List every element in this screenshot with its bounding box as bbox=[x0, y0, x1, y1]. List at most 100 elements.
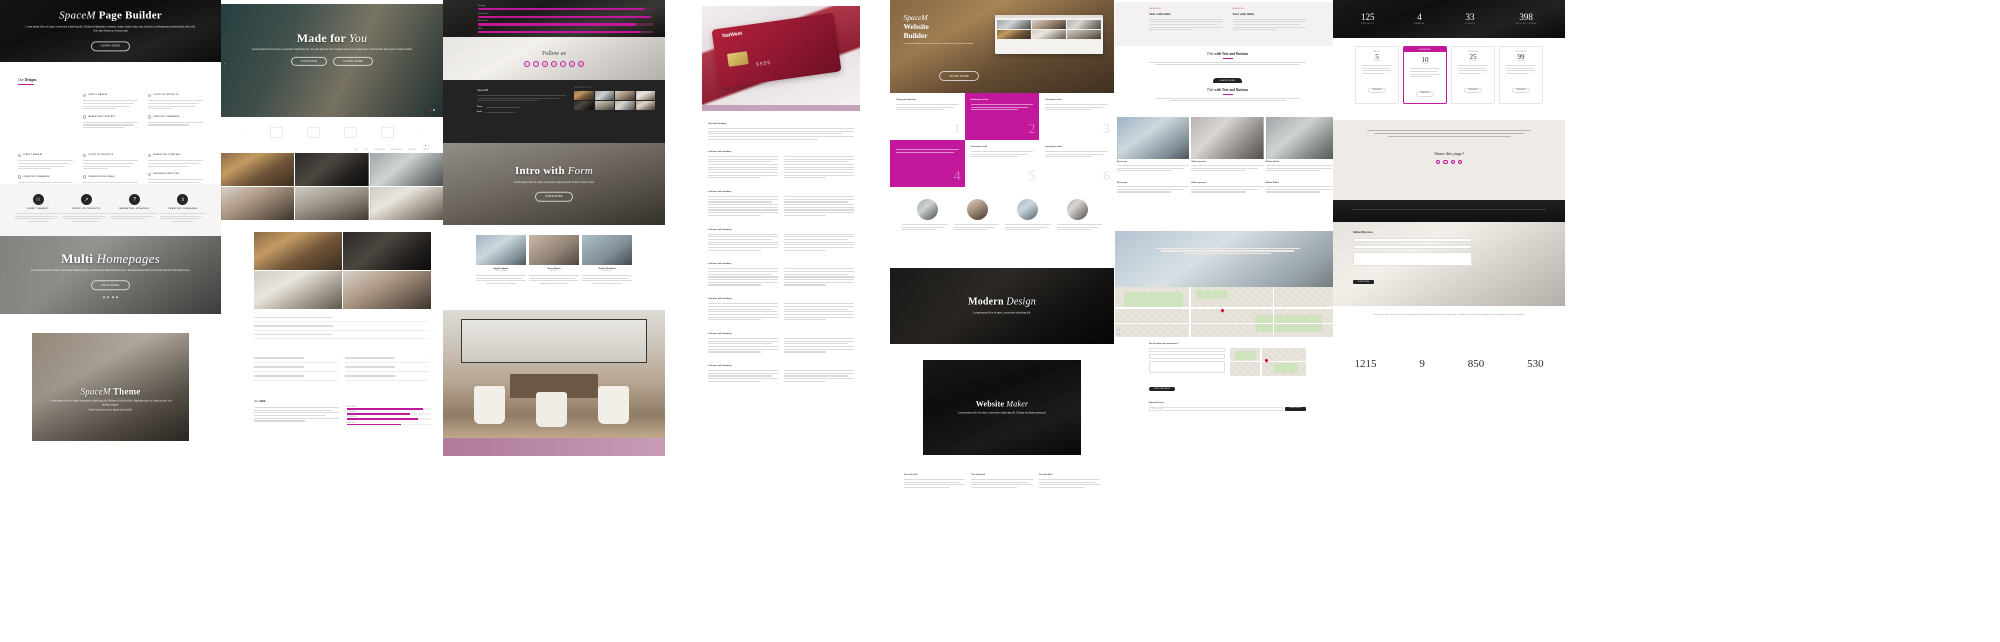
avatar[interactable] bbox=[1066, 199, 1088, 220]
gallery-thumb[interactable] bbox=[615, 101, 635, 110]
icon-feature[interactable]: ? MARKETING STRATEGY bbox=[111, 194, 158, 222]
twitter-icon[interactable]: t bbox=[1443, 159, 1448, 165]
message-textarea[interactable] bbox=[1353, 251, 1473, 266]
dribbble-icon[interactable]: d bbox=[558, 287, 559, 288]
hero-button-learn-more[interactable]: LEARN MORE bbox=[333, 56, 374, 67]
facebook-icon[interactable]: f bbox=[1435, 159, 1441, 165]
portfolio-gallery-small[interactable] bbox=[254, 232, 431, 309]
gallery-thumb[interactable] bbox=[574, 91, 594, 100]
twitter-icon[interactable]: t bbox=[524, 60, 530, 67]
gallery-thumb[interactable] bbox=[635, 101, 655, 110]
team-member[interactable]: Charlie Davidson Lead Developer f t in d bbox=[582, 235, 632, 288]
hero-modern-design[interactable]: Modern Design Lorem ipsum dolor sit amet… bbox=[890, 268, 1114, 344]
pinterest-icon[interactable]: p bbox=[1457, 159, 1463, 165]
hero-button-purchase[interactable]: PURCHASE bbox=[290, 56, 328, 67]
filter-design[interactable]: DESIGN bbox=[408, 149, 416, 151]
portfolio-item[interactable] bbox=[254, 232, 342, 270]
subscribe-button[interactable]: SUBSCRIBE bbox=[1353, 280, 1375, 285]
contact-form[interactable]: SEND MESSAGE bbox=[1149, 348, 1225, 394]
hero-spacem-theme[interactable]: SpaceM Theme Lorem ipsum dolor sit amet,… bbox=[32, 333, 189, 441]
pricing-plan[interactable]: PREMIUM 25 per month ORDER NOW bbox=[1451, 46, 1495, 105]
hero-page-builder[interactable]: SpaceM Page Builder Lorem ipsum dolor si… bbox=[0, 0, 221, 62]
map-zoom-controls[interactable] bbox=[1117, 329, 1120, 335]
device-thumb[interactable] bbox=[1265, 117, 1338, 159]
filter-branding[interactable]: BRANDING bbox=[391, 149, 402, 151]
hero-cta-button[interactable]: READ MORE bbox=[91, 280, 130, 291]
plan-order-button[interactable]: ORDER NOW bbox=[1511, 87, 1531, 94]
slider-prev-arrow[interactable]: ‹ bbox=[245, 131, 246, 135]
hero-website-builder[interactable]: SpaceM Website Builder Lorem ipsum dolor… bbox=[890, 0, 1114, 93]
google-icon[interactable]: g bbox=[1450, 159, 1455, 165]
avatar[interactable] bbox=[966, 199, 988, 220]
filter-print[interactable]: PRINT bbox=[422, 149, 429, 151]
gallery-thumb[interactable] bbox=[635, 91, 655, 100]
share-socials[interactable]: f t g p bbox=[1367, 159, 1531, 165]
hero-intro-with-form[interactable]: Intro with Form Lorem ipsum dolor sit am… bbox=[443, 143, 665, 225]
slider-prev-arrow[interactable]: ‹ bbox=[3, 275, 4, 280]
gallery-thumb[interactable] bbox=[594, 101, 615, 110]
map-block-large[interactable] bbox=[1115, 287, 1340, 337]
team-socials[interactable]: f t in d bbox=[529, 287, 579, 288]
behance-icon[interactable]: b bbox=[551, 60, 557, 67]
dribbble-icon[interactable]: d bbox=[542, 60, 548, 67]
slider-dots[interactable] bbox=[429, 109, 435, 111]
team-member[interactable]: Jenny Moore Art Director f t in d bbox=[529, 235, 579, 288]
accordion-row[interactable]: + bbox=[345, 372, 429, 381]
portfolio-item[interactable] bbox=[295, 187, 369, 220]
pricing-plan[interactable]: BASIC 5 per month ORDER NOW bbox=[1355, 46, 1399, 105]
avatar[interactable] bbox=[1016, 199, 1038, 220]
gallery-thumb[interactable] bbox=[594, 91, 615, 100]
linkedin-icon[interactable]: in bbox=[554, 287, 555, 288]
subscribe-button[interactable]: SUBSCRIBE bbox=[1284, 407, 1306, 412]
plan-order-button[interactable]: ORDER NOW bbox=[1463, 87, 1483, 94]
slider-dots[interactable] bbox=[14, 295, 207, 298]
accordion-row[interactable] bbox=[254, 331, 429, 339]
linkedin-icon[interactable]: in bbox=[578, 60, 584, 67]
hero-cta-button[interactable]: SUBSCRIBE bbox=[535, 191, 573, 202]
name-input[interactable] bbox=[1149, 348, 1225, 353]
portfolio-item[interactable] bbox=[221, 187, 295, 220]
portfolio-item[interactable] bbox=[369, 187, 443, 220]
dribbble-icon[interactable]: d bbox=[611, 287, 612, 288]
instagram-icon[interactable]: i bbox=[560, 60, 566, 67]
accordion-row[interactable]: + bbox=[254, 354, 338, 363]
pinterest-icon[interactable]: p bbox=[569, 60, 575, 67]
grid-view-icon[interactable] bbox=[354, 148, 359, 151]
plan-order-button[interactable]: ORDER NOW bbox=[1415, 91, 1435, 97]
logo-slider-dots[interactable] bbox=[424, 144, 429, 146]
portfolio-gallery[interactable] bbox=[221, 153, 443, 220]
accordion-row[interactable] bbox=[254, 314, 429, 323]
portfolio-item[interactable] bbox=[343, 271, 431, 309]
accordion-row[interactable]: + bbox=[345, 363, 429, 372]
portfolio-item[interactable] bbox=[343, 232, 431, 270]
subscribe-email-input[interactable]: Enter your email bbox=[1149, 407, 1283, 412]
team-socials[interactable]: f t in d bbox=[476, 287, 526, 288]
icon-feature[interactable]: ♗ CREATIVE COMMANDS bbox=[159, 194, 207, 223]
device-thumb[interactable] bbox=[1117, 117, 1190, 159]
portfolio-item[interactable] bbox=[254, 271, 342, 309]
map-block-small[interactable] bbox=[1230, 348, 1306, 376]
device-thumb[interactable] bbox=[1191, 117, 1264, 159]
hero-cta-button[interactable]: LEARN MORE bbox=[90, 41, 131, 52]
filter-all[interactable]: ALL bbox=[364, 149, 368, 151]
hero-made-for-you[interactable]: Made for You Lorem ipsum dolor sit amet,… bbox=[221, 4, 443, 117]
icon-feature[interactable]: ↗ STORY OF PROJECTS bbox=[63, 194, 110, 223]
hero-website-maker[interactable]: Website Maker Lorem ipsum dolor sit amet… bbox=[923, 360, 1081, 455]
send-message-button[interactable]: SEND MESSAGE bbox=[1149, 387, 1176, 392]
accordion-row[interactable]: + bbox=[254, 372, 338, 381]
social-links[interactable]: t f d b i p in bbox=[524, 60, 584, 67]
message-textarea[interactable] bbox=[1149, 360, 1225, 373]
team-member[interactable]: Sophie Sparks Product Manager f t in d bbox=[476, 235, 526, 288]
portfolio-item[interactable] bbox=[221, 153, 295, 186]
dribbble-icon[interactable]: d bbox=[505, 287, 506, 288]
slider-prev-arrow[interactable]: ‹ bbox=[224, 61, 225, 66]
linkedin-icon[interactable]: in bbox=[501, 287, 502, 288]
accordion-row[interactable]: + bbox=[345, 354, 429, 363]
hero-multi-homepages[interactable]: Multi Homepages Lorem ipsum dolor sit am… bbox=[0, 236, 221, 314]
portfolio-item[interactable] bbox=[295, 153, 369, 186]
name-input[interactable] bbox=[1353, 238, 1473, 243]
linkedin-icon[interactable]: in bbox=[607, 287, 608, 288]
mini-gallery[interactable] bbox=[574, 91, 655, 110]
email-input[interactable] bbox=[1353, 244, 1473, 250]
gallery-thumb[interactable] bbox=[574, 101, 594, 110]
